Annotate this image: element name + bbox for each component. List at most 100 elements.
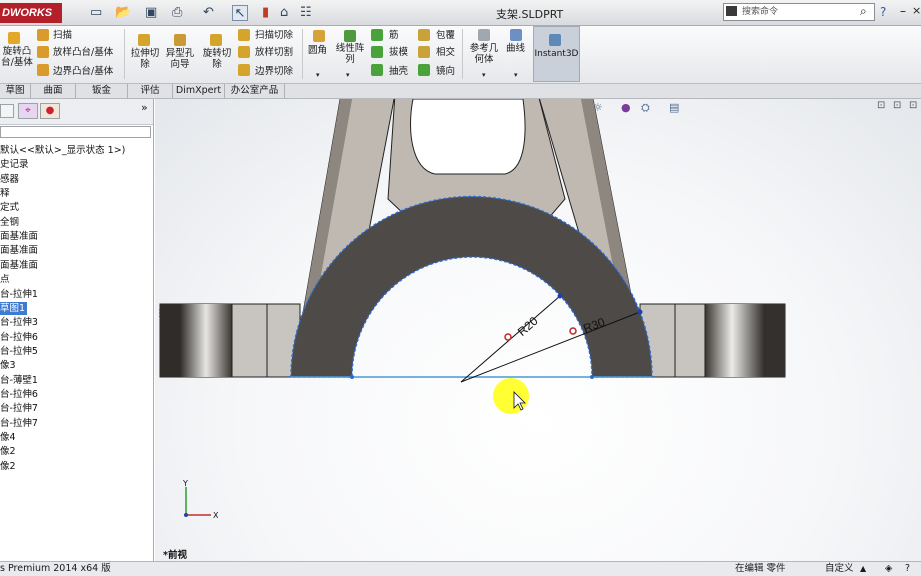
search-icon[interactable]: ⌕ bbox=[860, 4, 867, 19]
feature-tree-filter[interactable] bbox=[0, 126, 151, 138]
undo-icon[interactable]: ↶ bbox=[203, 5, 214, 21]
view-name-label: *前视 bbox=[163, 550, 187, 561]
hole-wizard-button[interactable]: 异型孔 向导 bbox=[163, 48, 197, 70]
boundary-cut-icon bbox=[238, 64, 250, 76]
boundary-boss-icon bbox=[37, 64, 49, 76]
units-dropdown-icon[interactable]: ▲ bbox=[860, 562, 866, 576]
pattern-dropdown-icon[interactable]: ▾ bbox=[346, 70, 350, 81]
mirror-button[interactable]: 镜向 bbox=[436, 66, 455, 77]
loft-button[interactable]: 放样凸台/基体 bbox=[53, 47, 113, 58]
options-icon[interactable]: ☷ bbox=[300, 5, 312, 21]
wrap-button[interactable]: 包覆 bbox=[436, 30, 455, 41]
feature-tree-item[interactable]: 点 bbox=[0, 273, 10, 286]
axis-triad: Y X bbox=[182, 479, 219, 520]
expand-panel-icon[interactable]: » bbox=[141, 101, 148, 114]
boundary-boss-button[interactable]: 边界凸台/基体 bbox=[53, 66, 113, 77]
feature-tree-item[interactable]: 台-拉伸7 bbox=[0, 402, 38, 415]
draft-button[interactable]: 拔模 bbox=[389, 47, 408, 58]
panel-splitter-icon[interactable]: ⋮ bbox=[155, 309, 164, 319]
fillet-dropdown-icon[interactable]: ▾ bbox=[316, 70, 320, 81]
feature-tree-item[interactable]: 面基准面 bbox=[0, 259, 38, 272]
feature-tree-item[interactable]: 定式 bbox=[0, 201, 19, 214]
wrap-icon bbox=[418, 29, 430, 41]
document-title: 支架.SLDPRT bbox=[496, 8, 564, 21]
help-icon[interactable]: ? bbox=[880, 5, 886, 19]
cursor-highlight bbox=[493, 378, 529, 414]
feature-tree-item[interactable]: 史记录 bbox=[0, 158, 29, 171]
feature-tree-item[interactable]: 台-拉伸1 bbox=[0, 288, 38, 301]
feature-tree-item[interactable]: 像4 bbox=[0, 431, 16, 444]
linear-pattern-button[interactable]: 线性阵 列 bbox=[334, 43, 366, 65]
refgeom-dropdown-icon[interactable]: ▾ bbox=[482, 70, 486, 81]
tab-evaluate[interactable]: 评估 bbox=[128, 84, 173, 99]
curves-dropdown-icon[interactable]: ▾ bbox=[514, 70, 518, 81]
tab-sheet-metal[interactable]: 钣金 bbox=[76, 84, 128, 99]
extrude-cut-button[interactable]: 拉伸切 除 bbox=[128, 48, 162, 70]
feature-tree-item[interactable]: 台-拉伸6 bbox=[0, 331, 38, 344]
rib-button[interactable]: 筋 bbox=[389, 30, 399, 41]
boundary-cut-button[interactable]: 边界切除 bbox=[255, 66, 293, 77]
shell-button[interactable]: 抽壳 bbox=[389, 66, 408, 77]
hole-wizard-icon bbox=[174, 34, 186, 46]
command-manager: 旋转凸 台/基体 扫描 放样凸台/基体 边界凸台/基体 拉伸切 除 异型孔 向导… bbox=[0, 26, 921, 84]
feature-tree-item[interactable]: 面基准面 bbox=[0, 230, 38, 243]
feature-tree-item[interactable]: 台-薄壁1 bbox=[0, 374, 38, 387]
open-folder-icon[interactable]: 📂 bbox=[115, 5, 131, 21]
feature-tree-item[interactable]: 默认<<默认>_显示状态 1>) bbox=[0, 144, 125, 157]
rib-icon bbox=[371, 29, 383, 41]
revolve-cut-button[interactable]: 旋转切 除 bbox=[200, 48, 234, 70]
curves-button[interactable]: 曲线 bbox=[506, 43, 525, 54]
intersect-icon bbox=[418, 46, 430, 58]
new-document-icon[interactable]: ▭ bbox=[90, 5, 102, 21]
feature-tree-item[interactable]: 草图1 bbox=[0, 301, 28, 315]
feature-tree-item[interactable]: 像2 bbox=[0, 445, 16, 458]
status-rebuild-icon[interactable]: ◈ bbox=[885, 562, 892, 576]
rebuild-icon[interactable]: ▮ bbox=[262, 5, 269, 21]
reference-geometry-button[interactable]: 参考几 何体 bbox=[467, 43, 501, 65]
print-icon[interactable]: ⎙ bbox=[172, 5, 182, 21]
loft-cut-button[interactable]: 放样切割 bbox=[255, 47, 293, 58]
help-status-icon[interactable]: ? bbox=[905, 562, 910, 576]
feature-tree-item[interactable]: 台-拉伸5 bbox=[0, 345, 38, 358]
feature-tree-item[interactable]: 像2 bbox=[0, 460, 16, 473]
tab-sketch[interactable]: 草图 bbox=[0, 84, 31, 99]
feature-tree-item[interactable]: 台-拉伸3 bbox=[0, 316, 38, 329]
tab-office-products[interactable]: 办公室产品 bbox=[225, 84, 285, 99]
intersect-button[interactable]: 相交 bbox=[436, 47, 455, 58]
property-manager-tab-icon[interactable] bbox=[0, 104, 14, 118]
shell-icon bbox=[371, 64, 383, 76]
status-editing: 在编辑 零件 bbox=[735, 563, 786, 574]
tab-dimxpert[interactable]: DimXpert bbox=[173, 84, 225, 99]
close-icon[interactable]: × bbox=[912, 4, 921, 17]
feature-tree-item[interactable]: 面基准面 bbox=[0, 244, 38, 257]
search-commands-input[interactable]: 搜索命令 bbox=[723, 3, 875, 21]
search-scope-icon[interactable] bbox=[726, 6, 737, 16]
feature-tree-item[interactable]: 台-拉伸7 bbox=[0, 417, 38, 430]
feature-tree-item[interactable]: 台-拉伸6 bbox=[0, 388, 38, 401]
feature-tree-item[interactable]: 感器 bbox=[0, 173, 19, 186]
select-pointer-icon[interactable]: ↖ bbox=[232, 5, 248, 21]
fillet-button[interactable]: 圆角 bbox=[308, 45, 327, 56]
revolve-boss-button[interactable]: 旋转凸 台/基体 bbox=[0, 46, 34, 68]
save-icon[interactable]: ▣ bbox=[145, 5, 157, 21]
triad-y-label: Y bbox=[182, 479, 188, 488]
sweep-cut-button[interactable]: 扫描切除 bbox=[255, 30, 293, 41]
feature-tree-item[interactable]: 释 bbox=[0, 187, 10, 200]
separator bbox=[462, 29, 463, 79]
minimize-icon[interactable]: – bbox=[900, 4, 906, 18]
configuration-manager-tab-icon[interactable]: ⌖ bbox=[18, 103, 38, 119]
title-bar: DWORKS ▭ 📂 ▣ ⎙ ↶ ↖ ▮ ⌂ ☷ 支架.SLDPRT 搜索命令 … bbox=[0, 0, 921, 26]
file-properties-icon[interactable]: ⌂ bbox=[280, 5, 288, 21]
dimension-r20-label: R20 bbox=[515, 314, 541, 339]
display-manager-tab-icon[interactable]: ● bbox=[40, 103, 60, 119]
feature-tree-item[interactable]: 全钢 bbox=[0, 216, 19, 229]
graphics-area[interactable]: ⌕ ⌕ ⟲ ◧ ◫ ◆ ◎ ▣ ☼ ● ⛭ ▤ ⊡ ⊡ ⊡ bbox=[155, 99, 921, 561]
tab-surfaces[interactable]: 曲面 bbox=[31, 84, 76, 99]
linear-pattern-icon bbox=[344, 30, 356, 42]
status-product: s Premium 2014 x64 版 bbox=[0, 563, 111, 574]
feature-manager-panel: ⌖ ● » 默认<<默认>_显示状态 1>) 史记录 感器释定式 全钢 面基准面 面基准面… bbox=[0, 99, 154, 561]
status-units[interactable]: 自定义 bbox=[825, 562, 854, 576]
status-bar: s Premium 2014 x64 版 在编辑 零件 自定义 ▲ ◈ ? bbox=[0, 561, 921, 576]
sweep-button[interactable]: 扫描 bbox=[53, 30, 72, 41]
feature-tree-item[interactable]: 像3 bbox=[0, 359, 16, 372]
